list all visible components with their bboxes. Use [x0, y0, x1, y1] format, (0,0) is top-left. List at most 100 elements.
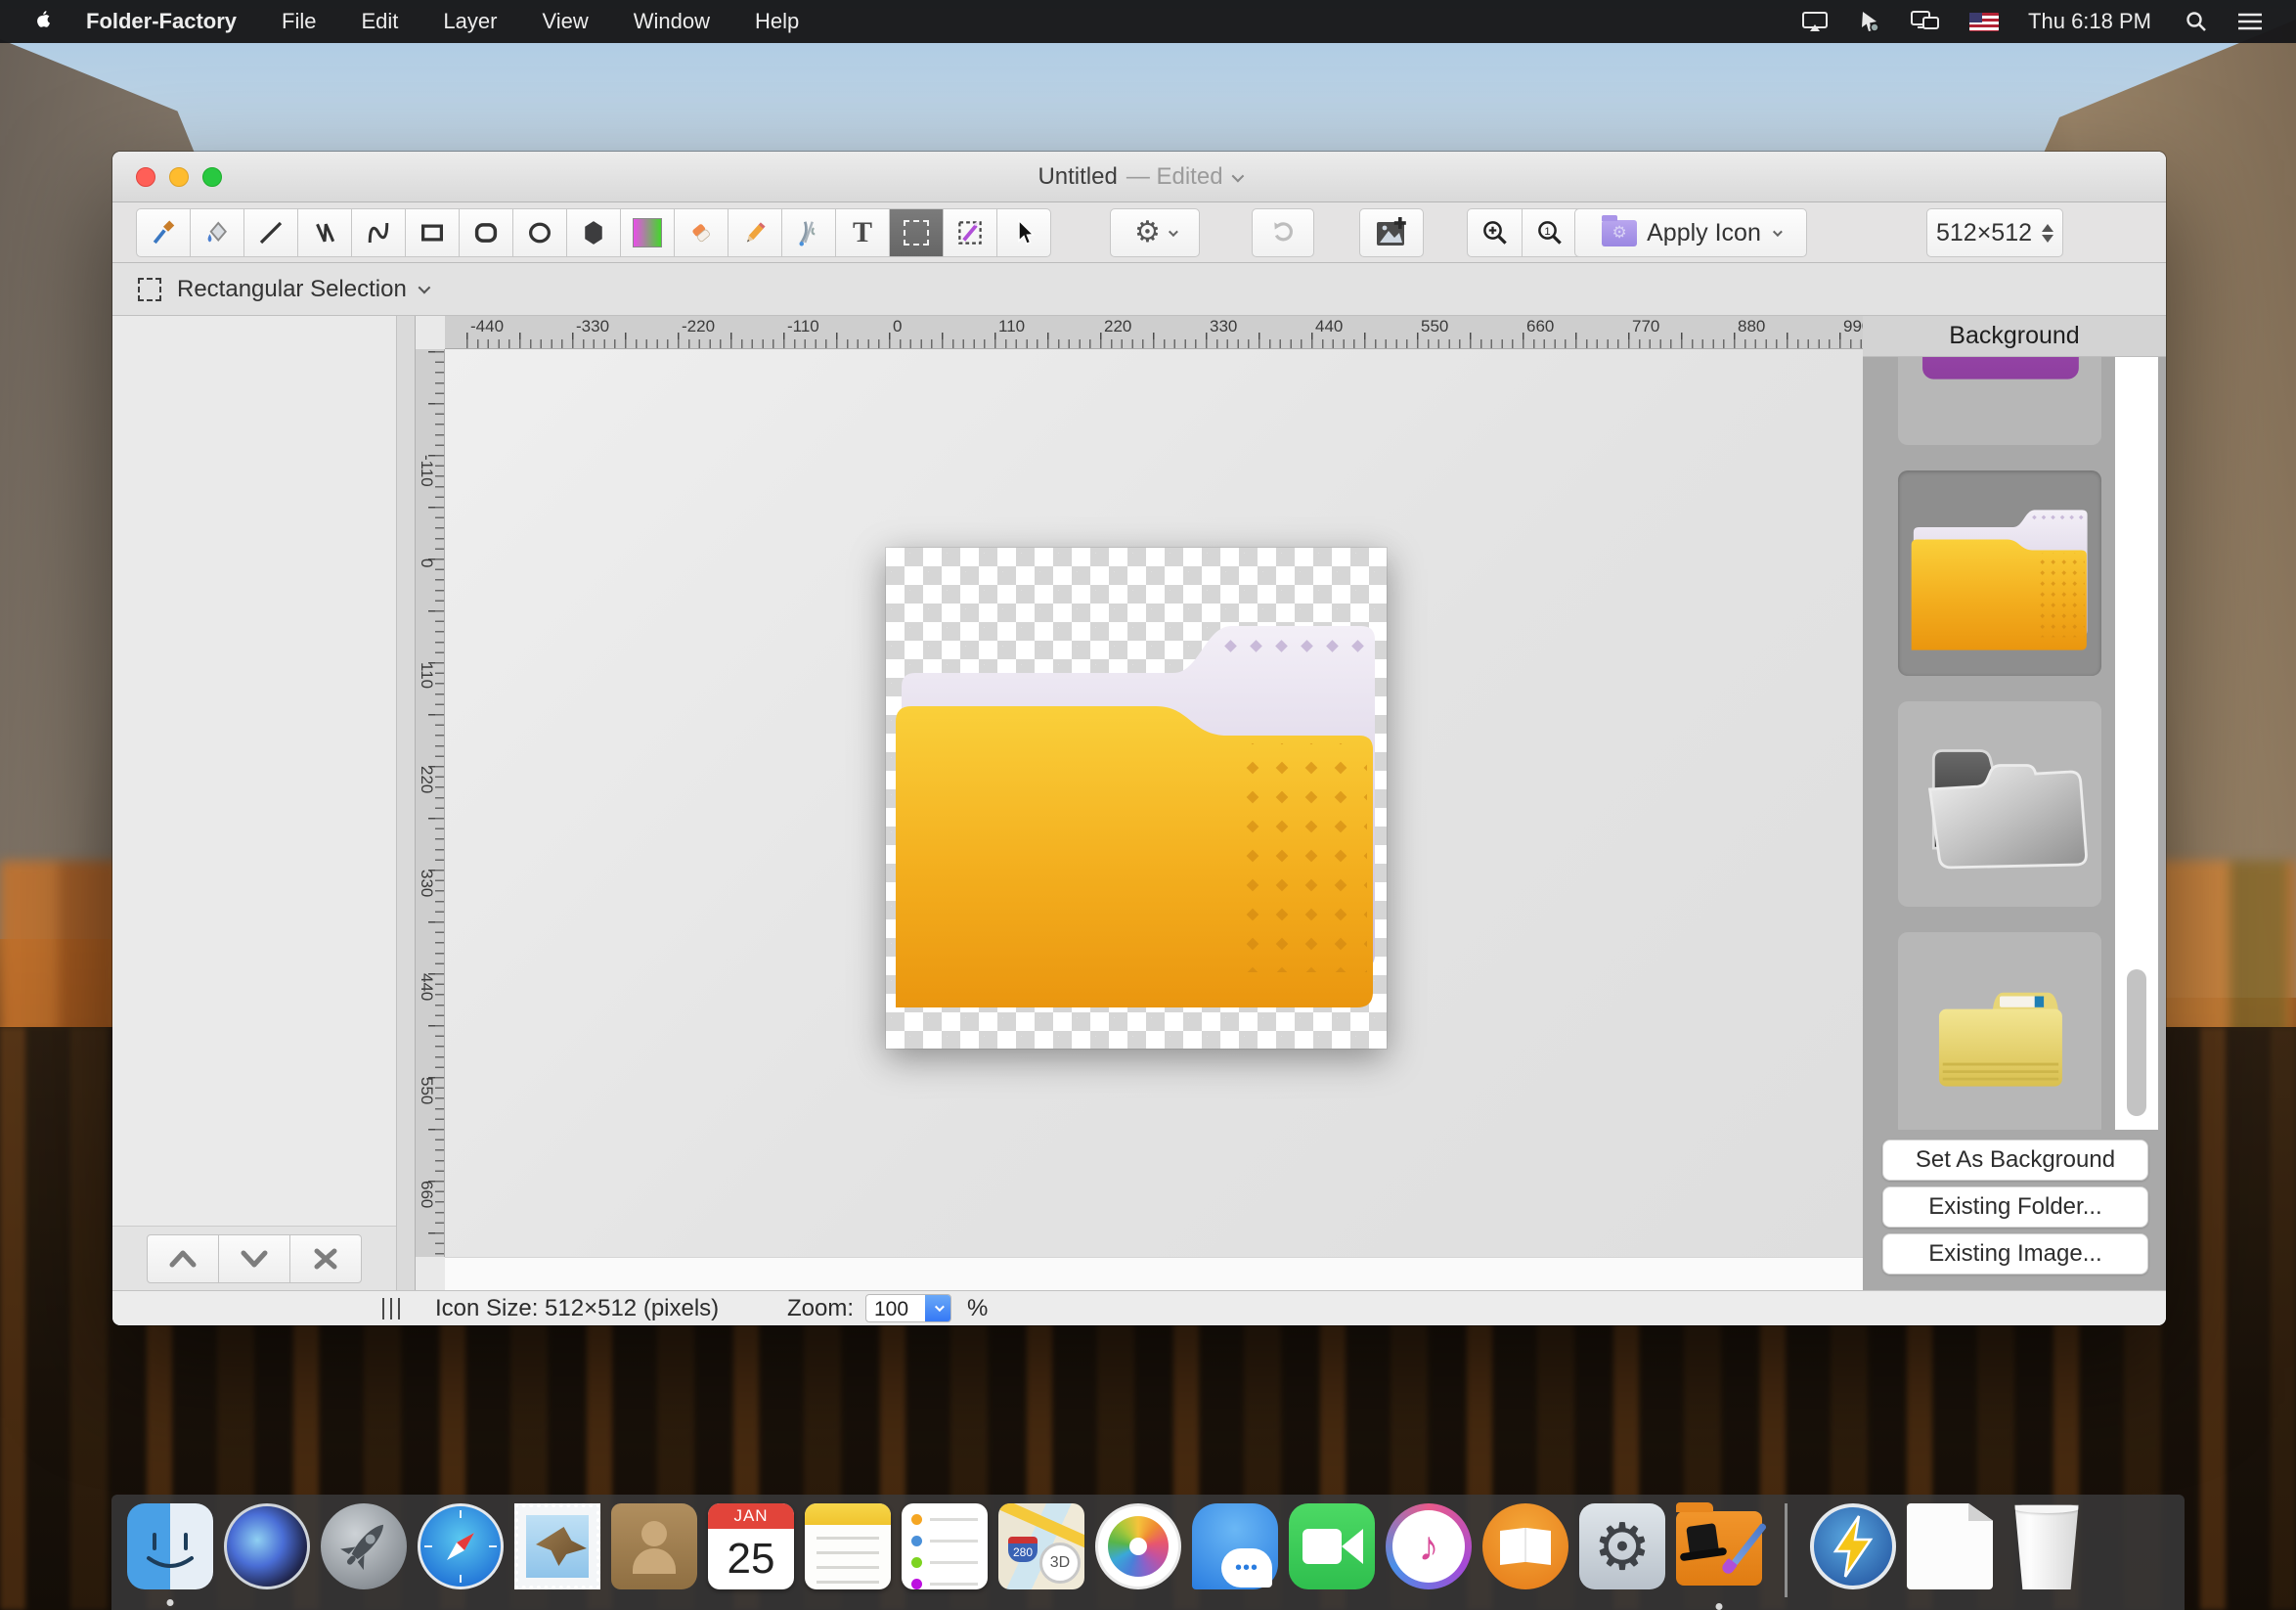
eraser-tool[interactable]	[674, 208, 729, 257]
dock-trash-icon[interactable]	[2004, 1503, 2090, 1589]
dock-facetime-icon[interactable]	[1289, 1503, 1375, 1589]
thumbnail-pale-yellow-folder[interactable]	[1898, 932, 2101, 1130]
dock-textedit-icon[interactable]	[1907, 1503, 1993, 1589]
existing-image-button[interactable]: Existing Image...	[1882, 1233, 2148, 1275]
ruler-label: -110	[787, 317, 819, 336]
ruler-label: 880	[1738, 317, 1765, 336]
dock-siri-icon[interactable]	[224, 1503, 310, 1589]
thumbnail-gray-metal-folder[interactable]	[1898, 701, 2101, 907]
icon-size-stepper[interactable]: 512×512	[1926, 208, 2063, 257]
thumbnail-yellow-folder[interactable]	[1898, 470, 2101, 676]
airbrush-tool[interactable]	[781, 208, 836, 257]
paint-bucket-tool[interactable]	[190, 208, 244, 257]
set-as-background-button[interactable]: Set As Background	[1882, 1140, 2148, 1181]
horizontal-ruler: -440-330-220-110011022033044055066077088…	[445, 316, 1863, 349]
us-flag-icon[interactable]	[1969, 13, 1999, 31]
menu-view[interactable]: View	[542, 9, 588, 34]
status-bar: Icon Size: 512×512 (pixels) Zoom: 100 %	[112, 1290, 2166, 1325]
stepper-arrows-icon[interactable]	[2042, 224, 2053, 243]
pointer-share-icon[interactable]	[1858, 10, 1881, 33]
close-button[interactable]	[136, 167, 155, 187]
menu-window[interactable]: Window	[634, 9, 710, 34]
menu-help[interactable]: Help	[755, 9, 799, 34]
dock-reminders-icon[interactable]	[902, 1503, 988, 1589]
redo-button[interactable]	[1252, 208, 1314, 257]
zoom-in-button[interactable]	[1467, 208, 1523, 257]
layer-nav-bar	[112, 1226, 396, 1290]
notification-center-icon[interactable]	[2237, 11, 2263, 32]
dock-photos-icon[interactable]	[1095, 1503, 1181, 1589]
ellipse-tool[interactable]	[512, 208, 567, 257]
thumbnail-purple-folder[interactable]	[1898, 357, 2101, 445]
canvas-area[interactable]	[445, 349, 1863, 1290]
wand-selection-tool[interactable]	[943, 208, 997, 257]
move-up-button[interactable]	[147, 1234, 219, 1283]
panel-scrollbar-thumb[interactable]	[2127, 969, 2146, 1116]
window-title: Untitled	[1038, 163, 1117, 191]
panel-scrollbar-track[interactable]	[2115, 357, 2158, 1130]
icon-size-status: Icon Size: 512×512 (pixels)	[435, 1295, 719, 1322]
dock-safari-icon[interactable]	[418, 1503, 504, 1589]
rectangular-selection-tool[interactable]	[889, 208, 944, 257]
dock-finder-icon[interactable]	[127, 1503, 213, 1589]
eyedropper-tool[interactable]	[136, 208, 191, 257]
menu-file[interactable]: File	[282, 9, 316, 34]
gradient-tool[interactable]	[620, 208, 675, 257]
canvas-horizontal-scrollbar[interactable]	[445, 1257, 1863, 1290]
ruler-label: 550	[1421, 317, 1448, 336]
zoom-select-dropdown-icon[interactable]	[925, 1295, 950, 1321]
dock-messages-icon[interactable]: •••	[1192, 1503, 1278, 1589]
existing-folder-button[interactable]: Existing Folder...	[1882, 1186, 2148, 1228]
running-indicator	[167, 1599, 174, 1606]
zoom-window-button[interactable]	[202, 167, 222, 187]
dock-itunes-icon[interactable]: ♪	[1386, 1503, 1472, 1589]
curve-tool[interactable]	[351, 208, 406, 257]
dock-launchpad-icon[interactable]	[321, 1503, 407, 1589]
polygon-tool[interactable]	[566, 208, 621, 257]
rectangle-tool[interactable]	[405, 208, 460, 257]
airplay-display-icon[interactable]	[1801, 10, 1829, 33]
search-icon[interactable]	[2185, 10, 2208, 33]
minimize-button[interactable]	[169, 167, 189, 187]
menu-layer[interactable]: Layer	[443, 9, 497, 34]
dock-mail-icon[interactable]	[514, 1503, 600, 1589]
apple-menu-icon[interactable]	[31, 9, 53, 34]
tool-settings-dropdown[interactable]: ⚙	[1110, 208, 1200, 257]
rounded-rectangle-tool[interactable]	[459, 208, 513, 257]
dock-contacts-icon[interactable]	[611, 1503, 697, 1589]
zoom-actual-size-button[interactable]: 1	[1522, 208, 1577, 257]
left-panel-scrollbar[interactable]	[396, 316, 416, 1290]
folder-artwork[interactable]	[886, 548, 1387, 1049]
ruler-label: 990	[1843, 317, 1863, 336]
displays-icon[interactable]	[1911, 10, 1940, 33]
resize-grip-icon[interactable]	[382, 1298, 400, 1319]
dock-folder-factory-icon[interactable]	[1676, 1511, 1762, 1586]
polyline-tool[interactable]	[297, 208, 352, 257]
dock-system-preferences-icon[interactable]: ⚙	[1579, 1503, 1665, 1589]
apply-icon-button[interactable]: ⚙ Apply Icon	[1574, 208, 1807, 257]
selection-mode-chevron-icon[interactable]	[418, 282, 430, 294]
move-cursor-tool[interactable]	[996, 208, 1051, 257]
move-down-button[interactable]	[218, 1234, 290, 1283]
menu-app-name[interactable]: Folder-Factory	[86, 9, 237, 34]
menu-clock[interactable]: Thu 6:18 PM	[2028, 9, 2151, 34]
dock-calendar-icon[interactable]: JAN 25	[708, 1503, 794, 1589]
title-bar[interactable]: Untitled — Edited	[112, 152, 2166, 202]
gear-icon: ⚙	[1134, 218, 1161, 247]
insert-image-button[interactable]	[1359, 208, 1424, 257]
dock-maps-icon[interactable]: 280 3D	[998, 1503, 1084, 1589]
delete-button[interactable]	[289, 1234, 362, 1283]
dock-ibooks-icon[interactable]	[1482, 1503, 1568, 1589]
dock-lightning-app-icon[interactable]	[1810, 1503, 1896, 1589]
selection-mode-label[interactable]: Rectangular Selection	[177, 276, 407, 303]
line-tool[interactable]	[243, 208, 298, 257]
menu-edit[interactable]: Edit	[361, 9, 398, 34]
ruler-label: -220	[682, 317, 715, 336]
text-tool[interactable]: T	[835, 208, 890, 257]
pencil-tool[interactable]	[728, 208, 782, 257]
dock-separator	[1785, 1503, 1788, 1597]
title-chevron-icon[interactable]	[1231, 169, 1244, 182]
dock-notes-icon[interactable]	[805, 1503, 891, 1589]
yellow-folder-image	[886, 548, 1387, 1049]
zoom-level-select[interactable]: 100	[865, 1294, 951, 1322]
